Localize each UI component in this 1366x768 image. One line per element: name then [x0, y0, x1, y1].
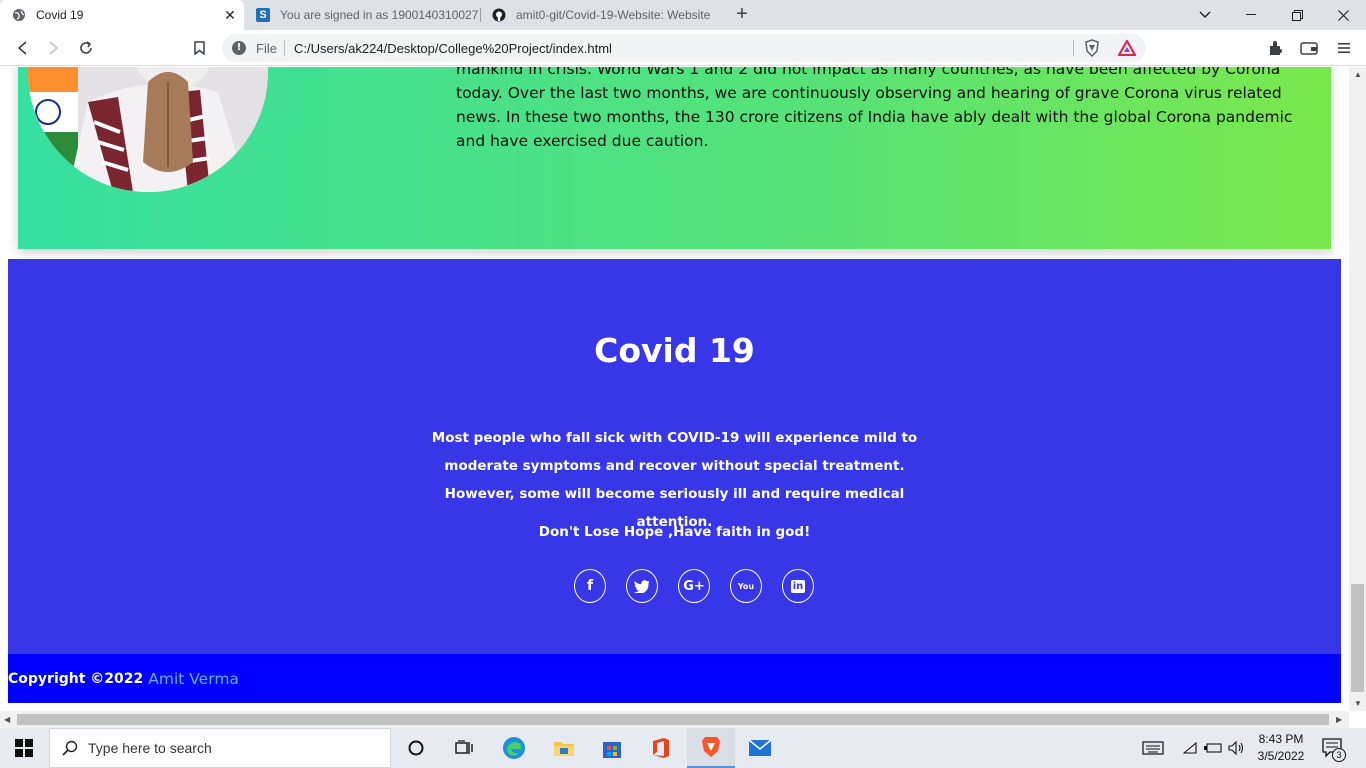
battery-icon[interactable]	[1203, 728, 1223, 768]
search-icon	[62, 740, 78, 756]
taskbar-clock[interactable]: 8:43 PM 3/5/2022	[1252, 731, 1310, 765]
address-bar[interactable]: ! File C:/Users/ak224/Desktop/College%20…	[222, 34, 1146, 62]
scroll-up-icon[interactable]: ▲	[1354, 70, 1362, 79]
footer-description: Most people who fall sick with COVID-19 …	[431, 430, 918, 530]
wifi-icon[interactable]	[1182, 728, 1198, 768]
reload-icon[interactable]	[74, 36, 98, 60]
back-icon[interactable]	[10, 36, 34, 60]
pm-quote-text: mankind in crisis. World Wars 1 and 2 di…	[456, 67, 1293, 150]
windows-taskbar: Type here to search 8:43 PM 3/5/2022 3	[0, 728, 1366, 768]
address-divider	[1073, 40, 1074, 56]
restore-icon[interactable]	[1274, 0, 1320, 30]
forward-icon[interactable]	[42, 36, 66, 60]
github-icon	[492, 8, 506, 22]
bookmark-icon[interactable]	[187, 36, 211, 60]
extensions-icon[interactable]	[1264, 36, 1288, 60]
clock-time: 8:43 PM	[1258, 732, 1304, 746]
scroll-right-icon[interactable]: ▶	[1336, 715, 1342, 724]
horizontal-scroll-thumb[interactable]	[17, 714, 1329, 725]
author-link[interactable]: Amit Verma	[148, 670, 239, 688]
facebook-glyph: f	[586, 578, 594, 594]
vertical-scrollbar[interactable]: ▲ ▼	[1349, 67, 1366, 711]
microsoft-store-icon[interactable]	[588, 728, 636, 768]
tab-search-chevron-icon[interactable]	[1182, 0, 1228, 30]
footer: Covid 19 Most people who fall sick with …	[8, 259, 1341, 654]
tab-github[interactable]: amit0-git/Covid-19-Website: Website	[480, 0, 724, 30]
volume-icon[interactable]	[1227, 728, 1247, 768]
horizontal-scrollbar[interactable]: ◀ ▶	[0, 711, 1349, 728]
brave-shield-icon[interactable]	[1084, 39, 1100, 62]
youtube-glyph: You	[737, 581, 755, 591]
linkedin-glyph: in	[790, 579, 806, 593]
menu-icon[interactable]	[1332, 36, 1356, 60]
copyright-text: Copyright ©2022	[8, 670, 144, 687]
keyboard-icon[interactable]	[1140, 728, 1166, 768]
clock-date: 3/5/2022	[1257, 749, 1305, 763]
scheme-label: File	[256, 41, 277, 56]
tab-strip: Covid 19 ✕ S You are signed in as 190014…	[0, 0, 1366, 30]
notification-center-icon[interactable]: 3	[1318, 736, 1348, 762]
tab-title: amit0-git/Covid-19-Website: Website	[516, 8, 711, 22]
url-text[interactable]: C:/Users/ak224/Desktop/College%20Project…	[294, 41, 612, 56]
footer-title: Covid 19	[594, 331, 755, 370]
close-window-icon[interactable]	[1320, 0, 1366, 30]
s-logo-icon: S	[256, 8, 270, 22]
task-view-icon[interactable]	[440, 728, 488, 768]
info-icon[interactable]: !	[232, 41, 246, 55]
globe-icon	[12, 8, 26, 22]
tab-covid19[interactable]: Covid 19 ✕	[0, 0, 244, 30]
tab-signed-in[interactable]: S You are signed in as 1900140310027	[244, 0, 480, 30]
twitter-icon[interactable]	[626, 569, 658, 603]
page-viewport: mankind in crisis. World Wars 1 and 2 di…	[0, 67, 1349, 711]
tab-title: You are signed in as 1900140310027	[280, 8, 479, 22]
tab-title: Covid 19	[36, 8, 84, 22]
google-plus-glyph: G+	[683, 578, 705, 594]
youtube-icon[interactable]: You	[730, 569, 762, 603]
linkedin-icon[interactable]: in	[782, 569, 814, 603]
edge-icon[interactable]	[490, 728, 538, 768]
office-icon[interactable]	[637, 728, 685, 768]
close-tab-icon[interactable]: ✕	[222, 7, 238, 23]
notification-count-badge: 3	[1332, 748, 1346, 762]
scroll-down-icon[interactable]: ▼	[1354, 699, 1362, 708]
taskbar-search-box[interactable]: Type here to search	[49, 728, 391, 768]
scroll-left-icon[interactable]: ◀	[4, 715, 10, 724]
address-divider	[284, 40, 285, 56]
browser-toolbar: ! File C:/Users/ak224/Desktop/College%20…	[0, 30, 1366, 66]
copyright-bar: Copyright ©2022 Amit Verma	[8, 654, 1341, 703]
vertical-scroll-thumb[interactable]	[1351, 584, 1364, 692]
new-tab-icon[interactable]: +	[731, 4, 753, 26]
wallet-icon[interactable]	[1297, 36, 1321, 60]
windows-start-icon[interactable]	[0, 728, 48, 768]
minimize-icon[interactable]	[1228, 0, 1274, 30]
cortana-icon[interactable]	[392, 728, 440, 768]
file-explorer-icon[interactable]	[540, 728, 588, 768]
brave-rewards-icon[interactable]	[1117, 38, 1137, 61]
footer-hope-text: Don't Lose Hope ,Have faith in god!	[538, 524, 811, 540]
mail-icon[interactable]	[736, 728, 784, 768]
google-plus-icon[interactable]: G+	[678, 569, 710, 603]
taskbar-search-placeholder: Type here to search	[88, 740, 212, 756]
brave-browser-icon[interactable]	[687, 728, 735, 768]
facebook-icon[interactable]: f	[574, 569, 606, 603]
social-links: f G+ You in	[574, 569, 814, 603]
